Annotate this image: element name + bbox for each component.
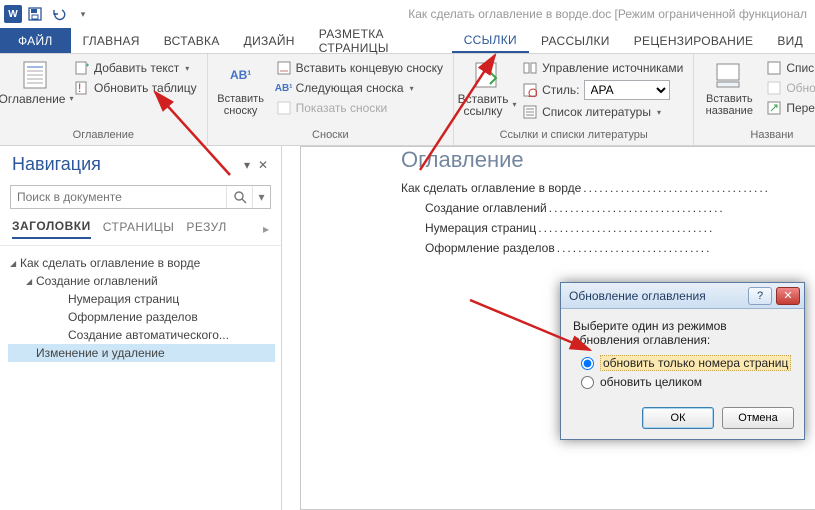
ribbon: Оглавление▾ Добавить текст▾ ! Обновить т… — [0, 54, 815, 146]
group-toc: Оглавление▾ Добавить текст▾ ! Обновить т… — [0, 54, 208, 145]
toc-entry[interactable]: Нумерация страниц.......................… — [401, 221, 815, 235]
cancel-button[interactable]: Отмена — [722, 407, 794, 429]
navigation-pane: Навигация ▾ ✕ ▾ ЗАГОЛОВКИ СТРАНИЦЫ РЕЗУЛ… — [0, 146, 282, 510]
update-table-button[interactable]: ! Обновить таблицу — [70, 79, 201, 97]
add-text-button[interactable]: Добавить текст▾ — [70, 59, 201, 77]
nav-tabs: ЗАГОЛОВКИ СТРАНИЦЫ РЕЗУЛ ▸ — [0, 217, 281, 246]
group-captions-label: Названи — [700, 127, 815, 143]
search-options-icon[interactable]: ▾ — [252, 186, 270, 208]
toc-entry[interactable]: Как сделать оглавление в ворде..........… — [401, 181, 815, 195]
style-icon — [522, 82, 538, 98]
nav-tabs-more-icon[interactable]: ▸ — [263, 222, 269, 236]
undo-icon[interactable] — [48, 3, 70, 25]
list-figures-button[interactable]: Список и — [762, 59, 815, 77]
group-captions: Вставить название Список и Обновит Перек… — [694, 54, 815, 145]
add-text-icon — [74, 60, 90, 76]
update-toc-dialog: Обновление оглавления ? ✕ Выберите один … — [560, 282, 805, 440]
nav-search: ▾ — [10, 185, 271, 209]
dialog-help-icon[interactable]: ? — [748, 287, 772, 305]
headings-tree: ◢Как сделать оглавление в ворде ◢Создани… — [0, 246, 281, 370]
nav-close-icon[interactable]: ✕ — [255, 158, 271, 172]
nav-tab-headings[interactable]: ЗАГОЛОВКИ — [12, 219, 91, 239]
toc-heading: Оглавление — [401, 147, 815, 173]
show-notes-icon — [276, 100, 292, 116]
tab-references[interactable]: ССЫЛКИ — [452, 28, 529, 53]
save-icon[interactable] — [24, 3, 46, 25]
radio-update-numbers[interactable]: обновить только номера страниц — [581, 355, 792, 371]
toc-button[interactable]: Оглавление▾ — [6, 57, 66, 105]
group-footnotes: AB¹ Вставить сноску Вставить концевую сн… — [208, 54, 454, 145]
titlebar: W ▾ Как сделать оглавление в ворде.doc [… — [0, 0, 815, 28]
radio-input[interactable] — [581, 357, 594, 370]
search-input[interactable] — [11, 190, 226, 204]
nav-title: Навигация — [12, 154, 239, 175]
style-dropdown[interactable]: APA — [584, 80, 670, 100]
insert-footnote-button[interactable]: AB¹ Вставить сноску — [214, 57, 268, 117]
group-citations-label: Ссылки и списки литературы — [460, 127, 687, 143]
crossref-icon — [766, 100, 782, 116]
dialog-title: Обновление оглавления — [569, 289, 744, 303]
toc-icon — [20, 59, 52, 91]
tab-home[interactable]: ГЛАВНАЯ — [71, 28, 152, 53]
dialog-close-icon[interactable]: ✕ — [776, 287, 800, 305]
nav-tab-results[interactable]: РЕЗУЛ — [186, 220, 226, 238]
citation-icon — [471, 59, 503, 91]
tree-item[interactable]: Оформление разделов — [8, 308, 275, 326]
tab-design[interactable]: ДИЗАЙН — [232, 28, 307, 53]
insert-caption-button[interactable]: Вставить название — [700, 57, 758, 117]
tab-mailings[interactable]: РАССЫЛКИ — [529, 28, 622, 53]
document-title: Как сделать оглавление в ворде.doc [Режи… — [408, 7, 811, 21]
tree-item[interactable]: Создание автоматического... — [8, 326, 275, 344]
radio-update-all[interactable]: обновить целиком — [581, 375, 792, 389]
update-table-figures-button[interactable]: Обновит — [762, 79, 815, 97]
toc-entry[interactable]: Создание оглавлений.....................… — [401, 201, 815, 215]
manage-sources-button[interactable]: Управление источниками — [518, 59, 687, 77]
tab-strip: ФАЙЛ ГЛАВНАЯ ВСТАВКА ДИЗАЙН РАЗМЕТКА СТР… — [0, 28, 815, 54]
bibliography-button[interactable]: Список литературы▾ — [518, 103, 687, 121]
search-icon[interactable] — [226, 186, 252, 208]
tab-view[interactable]: ВИД — [765, 28, 815, 53]
cross-reference-button[interactable]: Перекрес — [762, 99, 815, 117]
list-icon — [766, 60, 782, 76]
nav-tab-pages[interactable]: СТРАНИЦЫ — [103, 220, 175, 238]
tab-insert[interactable]: ВСТАВКА — [152, 28, 232, 53]
svg-text:!: ! — [78, 81, 81, 95]
dialog-prompt: Выберите один из режимов обновления огла… — [573, 319, 792, 347]
tab-review[interactable]: РЕЦЕНЗИРОВАНИЕ — [622, 28, 766, 53]
tree-item-selected[interactable]: Изменение и удаление — [8, 344, 275, 362]
caption-icon — [713, 59, 745, 91]
tree-item[interactable]: ◢Создание оглавлений — [8, 272, 275, 290]
endnote-icon — [276, 60, 292, 76]
sources-icon — [522, 60, 538, 76]
update-table-icon: ! — [74, 80, 90, 96]
group-citations: Вставить ссылку▾ Управление источниками … — [454, 54, 694, 145]
group-toc-label: Оглавление — [6, 127, 201, 143]
insert-endnote-button[interactable]: Вставить концевую сноску — [272, 59, 447, 77]
qat-dropdown-icon[interactable]: ▾ — [72, 3, 94, 25]
next-footnote-button[interactable]: AB¹ Следующая сноска▾ — [272, 79, 447, 97]
tab-file[interactable]: ФАЙЛ — [0, 28, 71, 53]
insert-citation-button[interactable]: Вставить ссылку▾ — [460, 57, 514, 117]
next-footnote-icon: AB¹ — [276, 80, 292, 96]
ok-button[interactable]: ОК — [642, 407, 714, 429]
bibliography-icon — [522, 104, 538, 120]
tab-layout[interactable]: РАЗМЕТКА СТРАНИЦЫ — [307, 28, 452, 53]
word-app-icon: W — [4, 5, 22, 23]
toc-entry[interactable]: Оформление разделов.....................… — [401, 241, 815, 255]
citation-style-selector[interactable]: Стиль: APA — [518, 79, 687, 101]
group-footnotes-label: Сноски — [214, 127, 447, 143]
nav-dropdown-icon[interactable]: ▾ — [239, 158, 255, 172]
update-icon — [766, 80, 782, 96]
show-footnotes-button[interactable]: Показать сноски — [272, 99, 447, 117]
tree-item[interactable]: ◢Как сделать оглавление в ворде — [8, 254, 275, 272]
dialog-titlebar: Обновление оглавления ? ✕ — [561, 283, 804, 309]
tree-item[interactable]: Нумерация страниц — [8, 290, 275, 308]
radio-input[interactable] — [581, 376, 594, 389]
footnote-icon: AB¹ — [225, 59, 257, 91]
